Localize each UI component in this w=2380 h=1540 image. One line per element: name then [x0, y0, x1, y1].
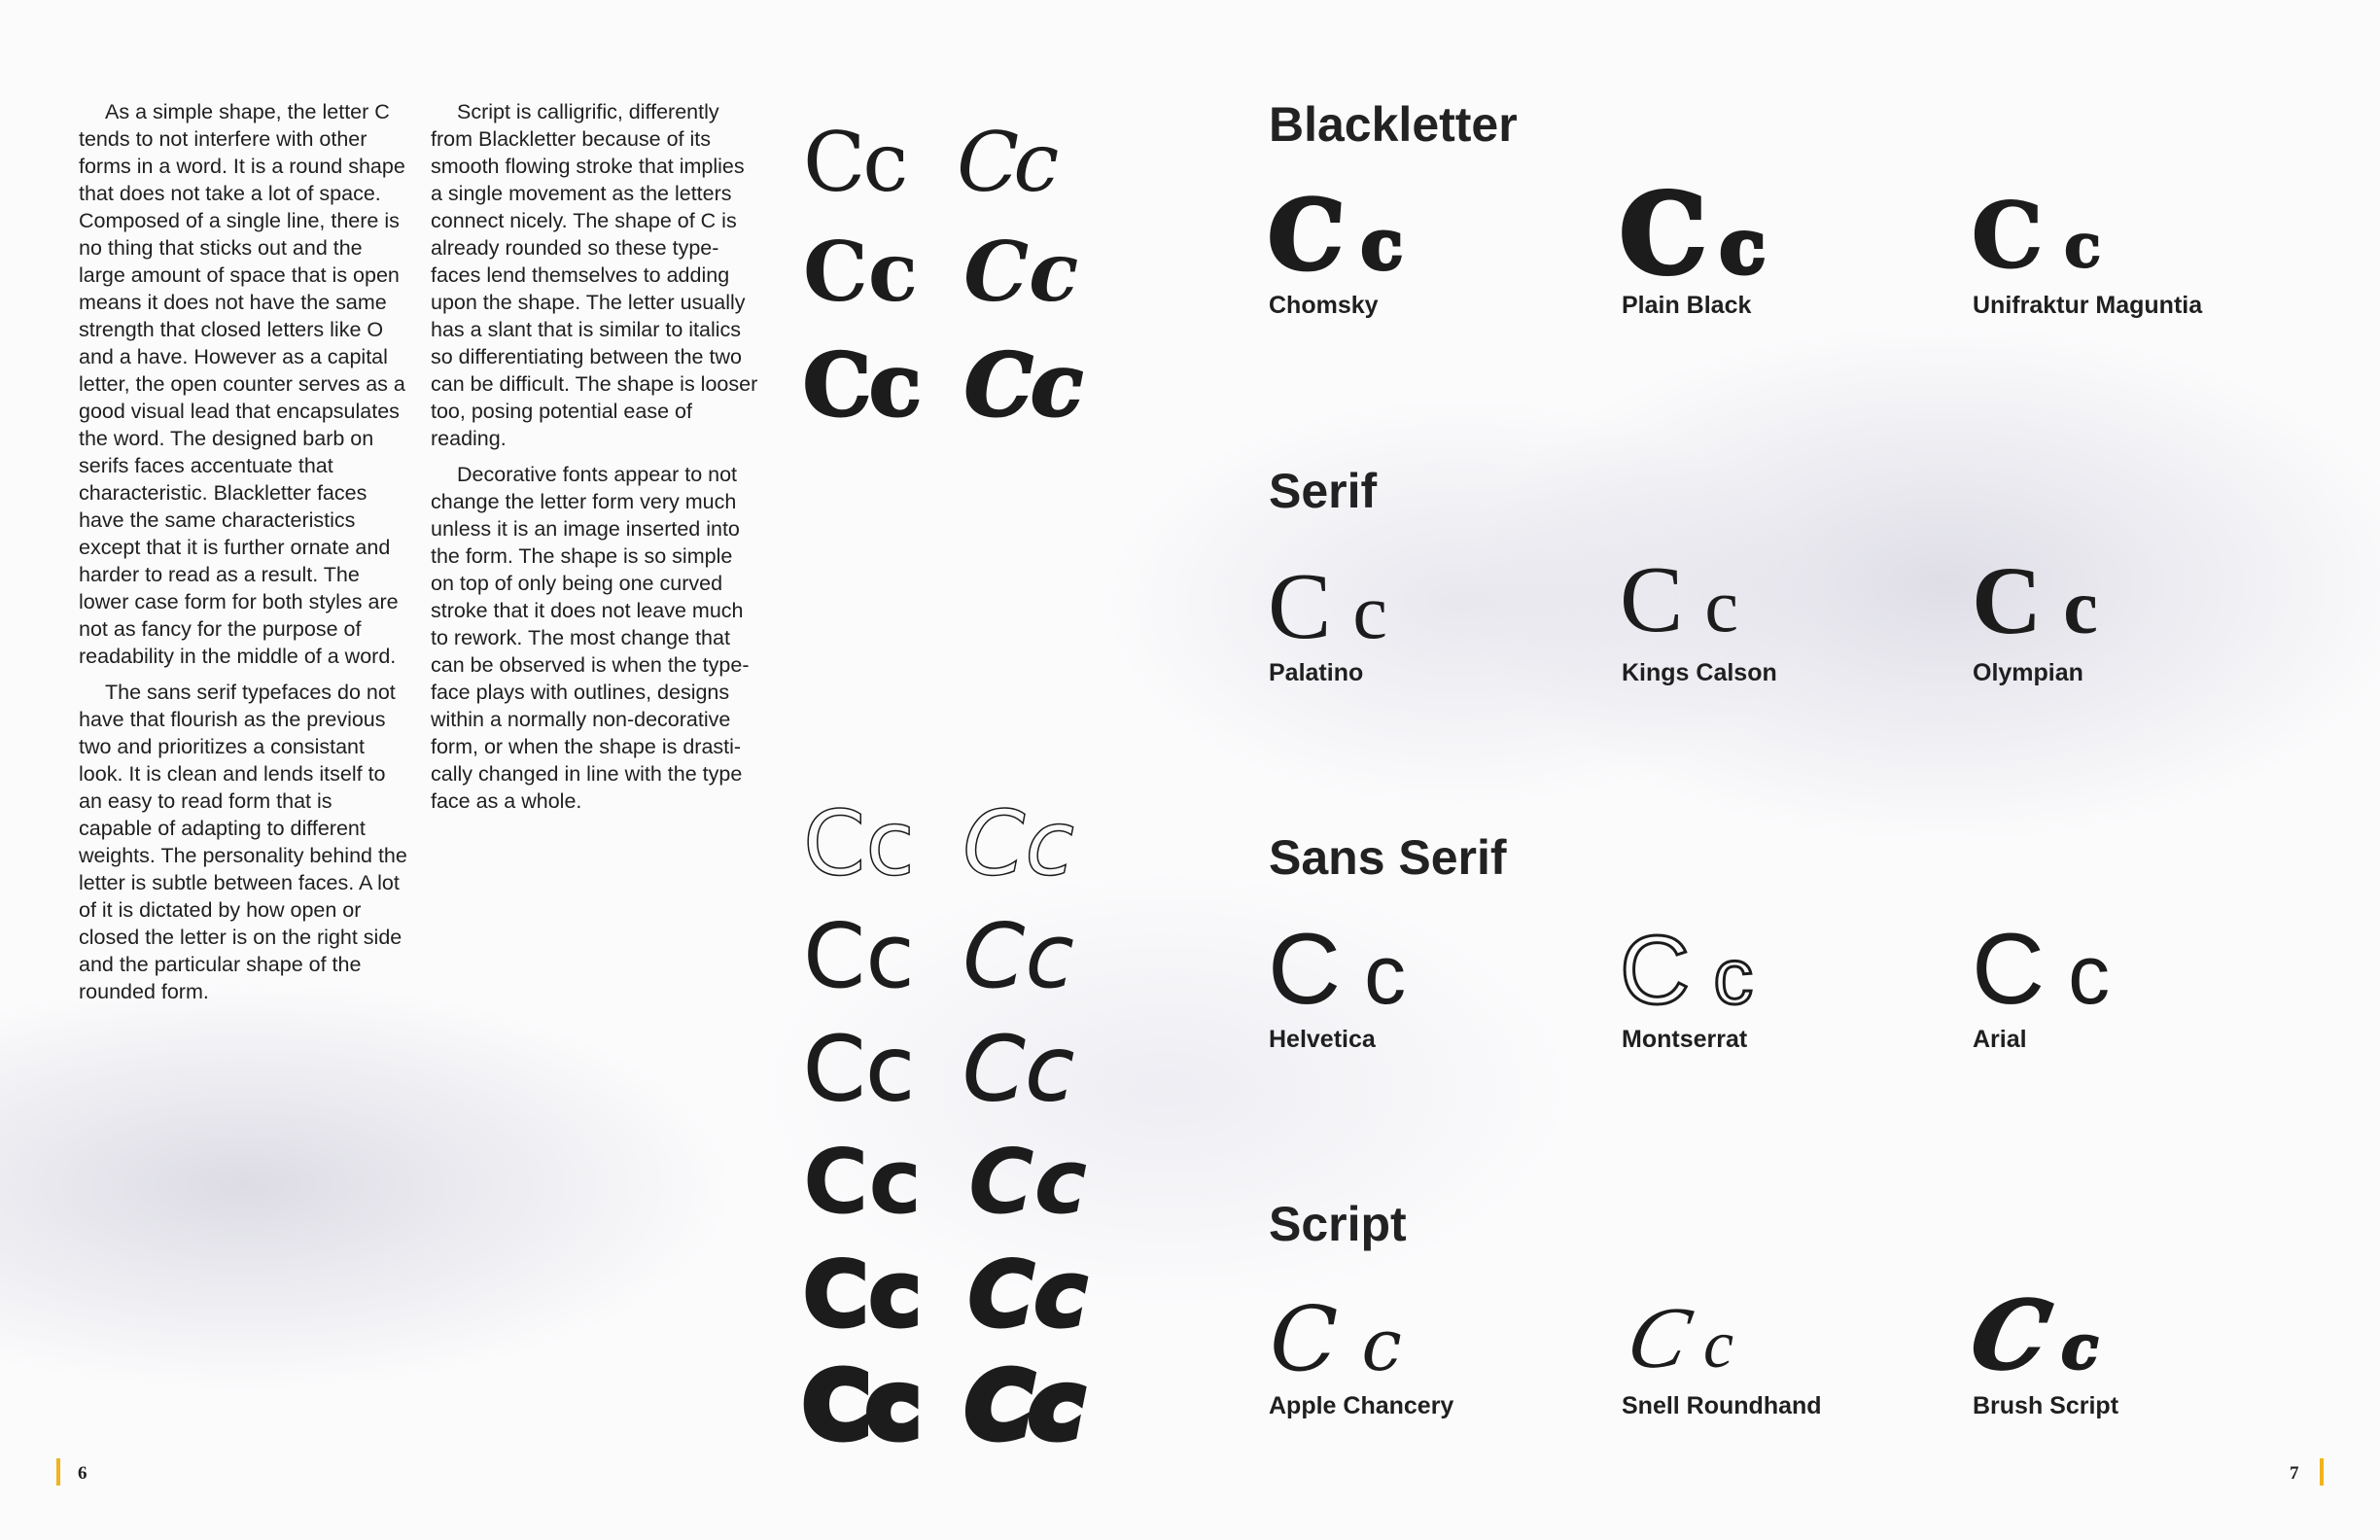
italic-sample: Cc [962, 1353, 1087, 1459]
roman-sample: Cc [802, 791, 915, 895]
roman-sample: Cc [803, 904, 915, 1008]
glyph-lower: c [2063, 210, 2102, 281]
category-title-serif: Serif [1269, 464, 1378, 518]
sans-sample-black: Cc Cc [799, 1353, 1087, 1459]
italic-sample: Cc [957, 115, 1059, 210]
glyph-sample-chomsky: Cc [1262, 178, 1405, 294]
glyph-lower: c [1703, 1308, 1734, 1382]
glyph-lower: c [1704, 563, 1738, 648]
glyph-sample-palatino: Cc [1268, 559, 1387, 654]
body-text-column-left: As a simple shape, the letter C tends to… [79, 98, 409, 1014]
glyph-lower: c [1712, 932, 1755, 1021]
sans-sample-light: Cc Cc [803, 912, 1074, 1001]
glyph-lower: c [1361, 1304, 1402, 1387]
glyph-sample-helvetica: Cc [1268, 919, 1406, 1020]
font-name-arial: Arial [1973, 1026, 2027, 1053]
font-name-plain-black: Plain Black [1622, 292, 1752, 319]
folio-accent-bar-right [2320, 1458, 2324, 1486]
paragraph: Script is calligrific, differently from … [431, 100, 758, 450]
font-name-montserrat: Montserrat [1622, 1026, 1748, 1053]
glyph-upper: C [1619, 1290, 1698, 1386]
font-name-snell-roundhand: Snell Roundhand [1622, 1392, 1822, 1419]
serif-sample-light: Cc Cc [803, 115, 1059, 210]
glyph-upper: C [1268, 913, 1342, 1026]
glyph-lower: c [2063, 565, 2098, 650]
glyph-upper: C [1963, 1279, 2059, 1392]
glyph-upper: C [1971, 183, 2044, 288]
glyph-lower: c [1718, 203, 1768, 290]
glyph-upper: C [1972, 546, 2043, 654]
roman-sample: Cc [801, 1242, 924, 1347]
glyph-lower: c [1352, 570, 1387, 655]
paragraph: Decorative fonts appear to not change th… [431, 463, 750, 813]
italic-sample: Cc [966, 1242, 1089, 1347]
font-name-unifraktur-maguntia: Unifraktur Maguntia [1973, 292, 2203, 319]
glyph-sample-apple-chancery: Cc [1270, 1295, 1402, 1384]
font-name-helvetica: Helvetica [1269, 1026, 1376, 1053]
folio-accent-bar-left [56, 1458, 60, 1486]
glyph-sample-arial: Cc [1972, 919, 2110, 1020]
page-number-right: 7 [2290, 1463, 2299, 1484]
sans-sample-heavy: Cc Cc [801, 1242, 1089, 1347]
font-name-kings-calson: Kings Calson [1622, 659, 1777, 686]
page-number-left: 6 [78, 1463, 88, 1484]
glyph-lower: c [1364, 928, 1407, 1022]
category-title-blackletter: Blackletter [1269, 97, 1518, 152]
font-name-olympian: Olympian [1973, 659, 2083, 686]
glyph-sample-snell-roundhand: Cc [1620, 1290, 1734, 1386]
glyph-lower: c [2060, 1312, 2100, 1382]
font-name-apple-chancery: Apple Chancery [1269, 1392, 1454, 1419]
glyph-upper: C [1270, 1287, 1339, 1391]
roman-sample: Cc [803, 115, 908, 210]
roman-sample: Cc [803, 224, 919, 320]
sans-sample-regular: Cc Cc [803, 1017, 1075, 1121]
sans-sample-bold: Cc Cc [803, 1138, 1087, 1227]
italic-sample: Cc [963, 224, 1079, 320]
glyph-upper: C [1268, 554, 1332, 659]
glyph-lower: c [2068, 928, 2111, 1022]
roman-sample: Cc [803, 1017, 916, 1121]
glyph-sample-kings-calson: Cc [1620, 552, 1738, 648]
roman-sample: Cc [799, 1353, 925, 1459]
italic-sample: Cc [962, 1017, 1075, 1121]
glyph-sample-unifraktur: Cc [1971, 183, 2102, 288]
paragraph: The sans serif typefaces do not have tha… [79, 681, 407, 1003]
category-title-sans-serif: Sans Serif [1269, 830, 1507, 885]
sans-sample-thin: Cc Cc [802, 791, 1074, 895]
italic-sample: Cc [962, 791, 1074, 895]
glyph-upper: C [1618, 916, 1691, 1025]
glyph-lower: c [1359, 204, 1405, 285]
body-text-column-right: Script is calligrific, differently from … [431, 98, 761, 823]
glyph-sample-montserrat: Cc [1618, 916, 1755, 1025]
glyph-upper: C [1617, 171, 1708, 298]
italic-sample: Cc [962, 904, 1074, 1008]
serif-sample-black: Cc Cc [802, 334, 1085, 436]
roman-sample: Cc [803, 1130, 923, 1234]
italic-sample: Cc [968, 1130, 1088, 1234]
font-name-brush-script: Brush Script [1973, 1392, 2119, 1419]
paragraph: As a simple shape, the letter C tends to… [79, 100, 405, 668]
category-title-script: Script [1269, 1197, 1407, 1251]
italic-sample: Cc [963, 334, 1085, 436]
glyph-upper: C [1972, 913, 2046, 1026]
glyph-sample-brush-script: Cc [1963, 1279, 2100, 1392]
glyph-sample-plain-black: Cc [1617, 171, 1768, 298]
glyph-sample-olympian: Cc [1972, 552, 2098, 649]
serif-sample-bold: Cc Cc [803, 231, 1078, 313]
glyph-upper: C [1262, 178, 1349, 294]
roman-sample: Cc [802, 334, 924, 436]
font-name-chomsky: Chomsky [1269, 292, 1379, 319]
glyph-upper: C [1620, 547, 1684, 652]
font-name-palatino: Palatino [1269, 659, 1364, 686]
